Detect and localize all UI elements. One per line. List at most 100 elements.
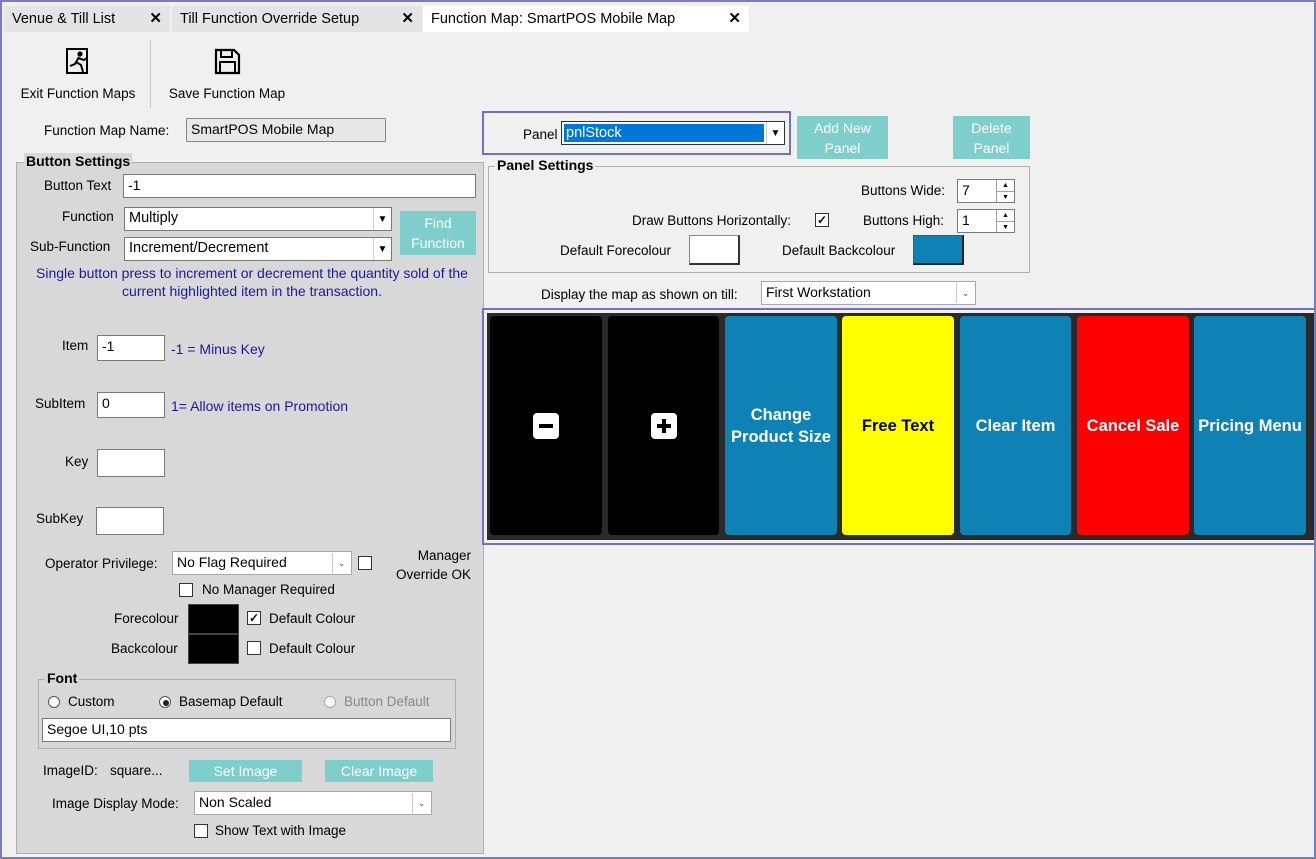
subkey-input[interactable]: [96, 507, 164, 535]
save-function-map-button[interactable]: Save Function Map: [160, 44, 294, 101]
close-icon[interactable]: ✕: [401, 9, 414, 27]
draw-horizontal-checkbox[interactable]: ✓: [815, 213, 829, 227]
add-new-panel-button[interactable]: Add New Panel: [797, 116, 888, 159]
save-label: Save Function Map: [168, 86, 286, 101]
chevron-down-icon[interactable]: ▼: [373, 208, 391, 230]
spin-up-icon[interactable]: ▲: [996, 210, 1014, 221]
no-manager-label: No Manager Required: [202, 582, 335, 597]
no-manager-checkbox[interactable]: [179, 583, 193, 597]
tile-cancel-sale[interactable]: Cancel Sale: [1077, 316, 1189, 535]
font-button-default-radio[interactable]: [324, 696, 336, 708]
show-text-checkbox[interactable]: [194, 824, 208, 838]
tab-bar: Venue & Till List ✕ Till Function Overri…: [2, 2, 1314, 34]
default-forecolour-swatch[interactable]: [689, 235, 740, 265]
buttons-wide-stepper[interactable]: 7 ▲ ▼: [957, 179, 1015, 203]
forecolour-label: Forecolour: [114, 611, 179, 626]
backcolour-swatch[interactable]: [188, 634, 239, 664]
function-map-name-label: Function Map Name:: [44, 123, 170, 138]
function-map-name-field[interactable]: SmartPOS Mobile Map: [186, 118, 386, 142]
plus-icon: [650, 412, 677, 439]
font-title: Font: [45, 670, 80, 686]
function-select[interactable]: Multiply ▼: [124, 207, 392, 231]
subitem-hint: 1= Allow items on Promotion: [171, 398, 349, 414]
tab-function-map[interactable]: Function Map: SmartPOS Mobile Map ✕: [423, 6, 749, 32]
panel-select[interactable]: pnlStock ▼: [561, 121, 785, 145]
backcolour-default-label: Default Colour: [269, 641, 356, 656]
forecolour-default-label: Default Colour: [269, 611, 356, 626]
find-function-button[interactable]: Find Function: [400, 211, 476, 255]
buttons-high-stepper[interactable]: 1 ▲ ▼: [957, 209, 1015, 233]
button-text-label: Button Text: [44, 178, 112, 193]
chevron-down-icon[interactable]: ⌄: [332, 553, 350, 573]
tab-label: Venue & Till List: [12, 11, 116, 27]
tile-minus[interactable]: [490, 316, 602, 535]
item-input[interactable]: -1: [97, 335, 165, 361]
button-settings-title: Button Settings: [24, 153, 133, 169]
chevron-down-icon[interactable]: ⌄: [412, 793, 430, 813]
tile-plus[interactable]: [608, 316, 719, 535]
manager-override-checkbox[interactable]: [358, 556, 372, 570]
panel-settings-title: Panel Settings: [495, 157, 596, 173]
default-backcolour-swatch[interactable]: [913, 235, 964, 265]
tile-pricing-menu[interactable]: Pricing Menu: [1194, 316, 1306, 535]
operator-privilege-value: No Flag Required: [177, 554, 287, 570]
tile-change-product-size[interactable]: Change Product Size: [725, 316, 837, 535]
image-id-label: ImageID:: [43, 763, 98, 778]
clear-image-button[interactable]: Clear Image: [325, 760, 433, 782]
panel-label: Panel: [523, 127, 558, 142]
key-label: Key: [65, 454, 89, 469]
buttons-high-value: 1: [962, 212, 970, 228]
close-icon[interactable]: ✕: [728, 9, 741, 27]
manager-override-label: Manager Override OK: [395, 548, 471, 582]
font-custom-label: Custom: [68, 694, 115, 709]
tab-venue-till-list[interactable]: Venue & Till List ✕: [4, 6, 170, 32]
exit-function-maps-button[interactable]: Exit Function Maps: [12, 44, 144, 101]
panel-value: pnlStock: [564, 124, 764, 142]
font-basemap-radio[interactable]: [159, 696, 171, 708]
toolbar-separator: [150, 40, 151, 108]
tab-label: Function Map: SmartPOS Mobile Map: [431, 11, 676, 27]
chevron-down-icon[interactable]: ▼: [373, 238, 391, 260]
app-window: Venue & Till List ✕ Till Function Overri…: [0, 0, 1316, 859]
show-text-label: Show Text with Image: [215, 823, 347, 838]
subitem-label: SubItem: [35, 396, 86, 411]
tile-clear-item[interactable]: Clear Item: [960, 316, 1071, 535]
spin-down-icon[interactable]: ▼: [996, 191, 1014, 202]
exit-label: Exit Function Maps: [20, 86, 136, 101]
image-display-mode-label: Image Display Mode:: [52, 796, 179, 811]
forecolour-default-checkbox[interactable]: ✓: [247, 611, 261, 625]
sub-function-select[interactable]: Increment/Decrement ▼: [124, 237, 392, 261]
font-basemap-label: Basemap Default: [179, 694, 283, 709]
set-image-button[interactable]: Set Image: [189, 760, 302, 782]
display-map-value: First Workstation: [766, 284, 871, 300]
image-id-value: square...: [110, 763, 163, 778]
forecolour-swatch[interactable]: [188, 604, 239, 634]
operator-privilege-select[interactable]: No Flag Required ⌄: [172, 551, 352, 575]
subitem-input[interactable]: 0: [97, 392, 165, 418]
buttons-high-label: Buttons High:: [863, 213, 945, 228]
default-backcolour-label: Default Backcolour: [782, 243, 896, 258]
font-value-field[interactable]: Segoe UI,10 pts: [42, 718, 451, 742]
image-display-mode-value: Non Scaled: [199, 794, 272, 810]
minus-icon: [533, 412, 559, 439]
tab-till-function-override[interactable]: Till Function Override Setup ✕: [172, 6, 422, 32]
sub-function-label: Sub-Function: [30, 239, 111, 254]
button-text-input[interactable]: -1: [123, 174, 476, 198]
chevron-down-icon[interactable]: ⌄: [956, 283, 974, 303]
font-custom-radio[interactable]: [48, 696, 60, 708]
operator-privilege-label: Operator Privilege:: [45, 556, 158, 571]
close-icon[interactable]: ✕: [149, 9, 162, 27]
delete-panel-button[interactable]: Delete Panel: [953, 116, 1030, 159]
buttons-wide-label: Buttons Wide:: [861, 183, 946, 198]
spin-up-icon[interactable]: ▲: [996, 180, 1014, 191]
function-description: Single button press to increment or decr…: [36, 265, 468, 299]
tab-label: Till Function Override Setup: [180, 11, 360, 27]
spin-down-icon[interactable]: ▼: [996, 221, 1014, 232]
key-input[interactable]: [97, 449, 165, 477]
sub-function-value: Increment/Decrement: [129, 240, 269, 256]
chevron-down-icon[interactable]: ▼: [766, 122, 784, 144]
tile-free-text[interactable]: Free Text: [842, 316, 954, 535]
display-map-select[interactable]: First Workstation ⌄: [761, 281, 976, 305]
backcolour-default-checkbox[interactable]: [247, 641, 261, 655]
image-display-mode-select[interactable]: Non Scaled ⌄: [194, 791, 432, 815]
